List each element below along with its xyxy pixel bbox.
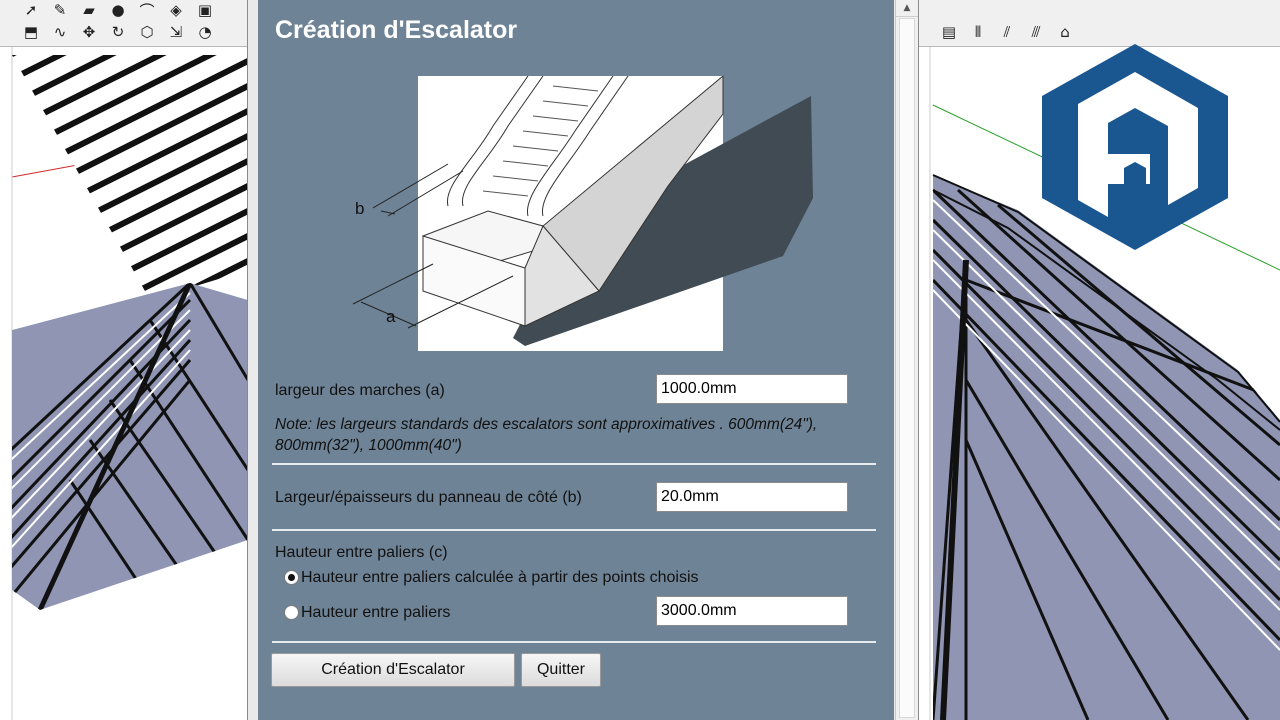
arc-icon[interactable]: ⌒ (134, 0, 160, 20)
toolbar-row-top: ➚ ✎ ▰ ● ⌒ ◈ ▣ (18, 0, 218, 20)
dimension-label-a: a (386, 307, 396, 326)
radio-calculated-height[interactable] (284, 570, 299, 585)
paint-bucket-icon[interactable]: ● (105, 0, 131, 20)
rotate-icon[interactable]: ↻ (105, 22, 131, 42)
step-width-note: Note: les largeurs standards des escalat… (275, 416, 818, 454)
step-width-input[interactable] (656, 374, 848, 404)
radio-manual-height-label: Hauteur entre paliers (301, 604, 451, 621)
roof-tool-icon[interactable]: ⫽ (994, 22, 1020, 42)
right-toolbar: ▤ ⫴ ⫽ ⫻ ⌂ (918, 0, 1280, 47)
stair-tool-icon[interactable]: ⫻ (1023, 22, 1049, 42)
move-icon[interactable]: ✥ (76, 22, 102, 42)
radio-manual-height[interactable] (284, 605, 299, 620)
tape-measure-icon[interactable]: ⇲ (163, 22, 189, 42)
side-panel-input[interactable] (656, 482, 848, 512)
protractor-icon[interactable]: ◔ (192, 22, 218, 42)
dialog-content-panel: Création d'Escalator a b largeur des mar… (258, 0, 894, 720)
dimension-label-b: b (355, 199, 364, 218)
separator (272, 641, 876, 643)
section-plane-icon[interactable]: ▤ (936, 22, 962, 42)
wall-tool-icon[interactable]: ⫴ (965, 22, 991, 42)
sketchup-logo (1042, 44, 1228, 250)
quit-button[interactable]: Quitter (521, 653, 601, 687)
freehand-icon[interactable]: ∿ (47, 22, 73, 42)
house-tool-icon[interactable]: ⌂ (1052, 22, 1078, 42)
create-escalator-button[interactable]: Création d'Escalator (271, 653, 515, 687)
escalator-illustration: a b (352, 76, 813, 351)
dialog-title: Création d'Escalator (275, 16, 518, 44)
toolbar-row-right: ▤ ⫴ ⫽ ⫻ ⌂ (936, 22, 1078, 42)
escalator-dialog: Création d'Escalator a b largeur des mar… (248, 0, 918, 720)
right-roof-surface (933, 175, 1280, 720)
select-arrow-icon[interactable]: ➚ (18, 0, 44, 20)
scale-icon[interactable]: ▣ (192, 0, 218, 20)
radio-calculated-height-label: Hauteur entre paliers calculée à partir … (301, 569, 699, 586)
pencil-icon[interactable]: ✎ (47, 0, 73, 20)
landing-height-label: Hauteur entre paliers (c) (275, 544, 448, 561)
left-model-viewport[interactable]: ➚ ✎ ▰ ● ⌒ ◈ ▣ ⬒ ∿ ✥ ↻ ⬡ ⇲ ◔ (0, 0, 248, 720)
follow-me-icon[interactable]: ◈ (163, 0, 189, 20)
right-model-viewport[interactable]: ▤ ⫴ ⫽ ⫻ ⌂ (918, 0, 1280, 720)
manual-height-input[interactable] (656, 596, 848, 626)
offset-icon[interactable]: ⬡ (134, 22, 160, 42)
vertical-scrollbar[interactable]: ▲ (895, 0, 918, 720)
side-panel-label: Largeur/épaisseurs du panneau de côté (b… (275, 489, 582, 506)
toolbar-row-bottom: ⬒ ∿ ✥ ↻ ⬡ ⇲ ◔ (18, 22, 218, 42)
separator (272, 529, 876, 531)
hip-roof-surface (12, 283, 248, 610)
push-pull-icon[interactable]: ⬒ (18, 22, 44, 42)
step-width-label: largeur des marches (a) (275, 382, 445, 399)
separator (272, 463, 876, 465)
left-toolbar: ➚ ✎ ▰ ● ⌒ ◈ ▣ ⬒ ∿ ✥ ↻ ⬡ ⇲ ◔ (0, 0, 248, 47)
scroll-up-arrow-icon[interactable]: ▲ (896, 0, 918, 17)
scrollbar-track[interactable] (899, 18, 915, 718)
eraser-icon[interactable]: ▰ (76, 0, 102, 20)
left-roof-model (11, 46, 248, 720)
